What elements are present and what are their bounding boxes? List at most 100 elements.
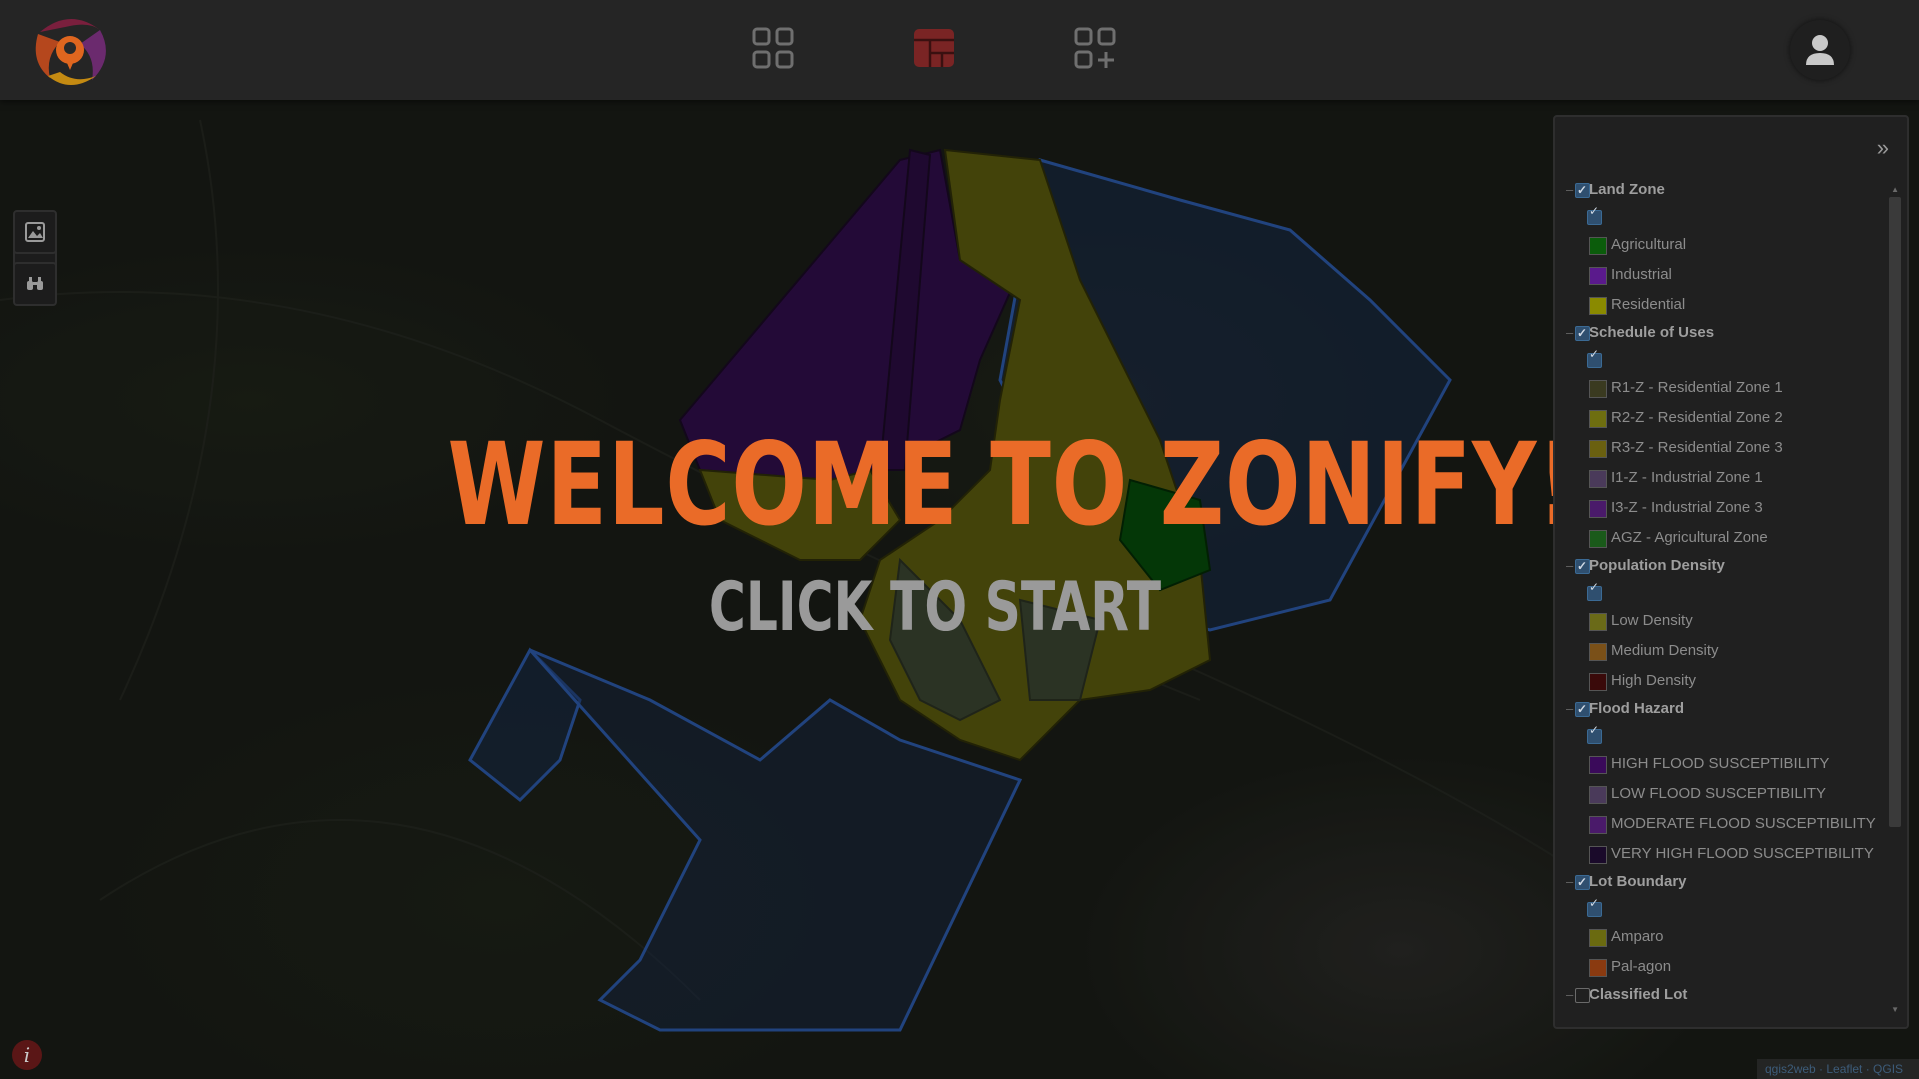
layer-sub-checkbox[interactable] [1587,723,1602,744]
legend-swatch [1589,500,1607,518]
legend-item: R1-Z - Residential Zone 1 [1563,373,1888,403]
layer-group-checkbox[interactable] [1575,869,1590,895]
legend-label: Amparo [1611,928,1664,945]
legend-swatch [1589,929,1607,947]
layer-sub-toggle [1563,203,1888,230]
legend-item: Industrial [1563,260,1888,290]
legend-item: Medium Density [1563,636,1888,666]
legend-item: I1-Z - Industrial Zone 1 [1563,463,1888,493]
legend-item: Low Density [1563,606,1888,636]
legend-label: R2-Z - Residential Zone 2 [1611,409,1783,426]
user-account-button[interactable] [1790,20,1850,80]
collapse-group-icon[interactable]: – [1566,869,1573,895]
layer-sub-toggle [1563,895,1888,922]
layer-group-checkbox[interactable] [1575,553,1590,579]
legend-swatch [1589,673,1607,691]
legend-label: R3-Z - Residential Zone 3 [1611,439,1783,456]
add-module-icon[interactable] [1073,26,1117,70]
layer-group[interactable]: –Flood Hazard [1563,696,1888,722]
legend-label: MODERATE FLOOD SUSCEPTIBILITY [1611,815,1876,832]
layer-sub-checkbox[interactable] [1587,896,1602,917]
legend-item: I3-Z - Industrial Zone 3 [1563,493,1888,523]
legend-swatch [1589,440,1607,458]
click-to-start-label[interactable]: CLICK TO START [473,568,1398,648]
scroll-up-arrow-icon[interactable]: ▲ [1891,185,1899,194]
welcome-start-overlay[interactable]: WELCOME TO ZONIFY! CLICK TO START [360,418,1579,648]
layer-group-label: Schedule of Uses [1589,324,1715,341]
layer-group[interactable]: –Land Zone [1563,177,1888,203]
legend-swatch [1589,959,1607,977]
legend-item: Amparo [1563,922,1888,952]
collapse-group-icon[interactable]: – [1566,696,1573,722]
layer-sub-toggle [1563,579,1888,606]
legend-item: AGZ - Agricultural Zone [1563,523,1888,553]
legend-label: I1-Z - Industrial Zone 1 [1611,469,1763,486]
layer-group-checkbox[interactable] [1575,177,1590,203]
info-icon[interactable]: i [12,1040,42,1070]
legend-item: LOW FLOOD SUSCEPTIBILITY [1563,779,1888,809]
legend-swatch [1589,643,1607,661]
layer-group[interactable]: –Population Density [1563,553,1888,579]
basemap-image-icon[interactable] [13,210,57,254]
layer-group-label: Land Zone [1589,181,1665,198]
collapse-group-icon[interactable]: – [1566,177,1573,203]
legend-swatch [1589,470,1607,488]
binoculars-icon[interactable] [13,262,57,306]
legend-label: Agricultural [1611,236,1687,253]
collapse-group-icon[interactable]: – [1566,320,1573,346]
layer-group-label: Classified Lot [1589,986,1688,1003]
legend-item: Residential [1563,290,1888,320]
layer-sub-checkbox[interactable] [1587,204,1602,225]
legend-label: Medium Density [1611,642,1719,659]
legend-item: R3-Z - Residential Zone 3 [1563,433,1888,463]
legend-item: Pal-agon [1563,952,1888,982]
legend-item: HIGH FLOOD SUSCEPTIBILITY [1563,749,1888,779]
layer-group-label: Flood Hazard [1589,700,1685,717]
legend-item: VERY HIGH FLOOD SUSCEPTIBILITY [1563,839,1888,869]
legend-label: High Density [1611,672,1697,689]
welcome-title: WELCOME TO ZONIFY! [447,418,1579,551]
collapse-group-icon[interactable]: – [1566,982,1573,1008]
legend-swatch [1589,613,1607,631]
layer-group-checkbox[interactable] [1575,696,1590,722]
legend-label: Residential [1611,296,1686,313]
layer-group-checkbox[interactable] [1575,320,1590,346]
dashboard-grid-icon[interactable] [751,26,795,70]
layer-group[interactable]: –Lot Boundary [1563,869,1888,895]
layer-sub-checkbox[interactable] [1587,347,1602,368]
legend-label: R1-Z - Residential Zone 1 [1611,379,1783,396]
legend-swatch [1589,267,1607,285]
legend-swatch [1589,297,1607,315]
layer-group-label: Lot Boundary [1589,873,1687,890]
legend-label: Pal-agon [1611,958,1672,975]
layer-sub-toggle [1563,346,1888,373]
layer-panel-scrollbar[interactable] [1889,197,1901,827]
layer-sub-checkbox[interactable] [1587,580,1602,601]
zonify-logo-icon[interactable] [30,12,110,88]
legend-label: LOW FLOOD SUSCEPTIBILITY [1611,785,1827,802]
layer-group-label: Population Density [1589,557,1725,574]
legend-item: Agricultural [1563,230,1888,260]
collapse-group-icon[interactable]: – [1566,553,1573,579]
top-navigation-bar [0,0,1919,100]
layer-tree: –Land ZoneAgriculturalIndustrialResident… [1563,177,1888,1017]
legend-swatch [1589,756,1607,774]
scroll-down-arrow-icon[interactable]: ▼ [1891,1005,1899,1014]
zoning-map-icon[interactable] [912,26,956,70]
legend-label: AGZ - Agricultural Zone [1611,529,1768,546]
legend-label: I3-Z - Industrial Zone 3 [1611,499,1763,516]
layer-group[interactable]: –Schedule of Uses [1563,320,1888,346]
map-attribution[interactable]: qgis2web · Leaflet · QGIS [1757,1059,1919,1079]
user-account-icon [1806,35,1834,65]
legend-swatch [1589,786,1607,804]
layer-control-panel: » –Land ZoneAgriculturalIndustrialReside… [1553,115,1909,1029]
legend-item: R2-Z - Residential Zone 2 [1563,403,1888,433]
layer-group[interactable]: – Classified Lot [1563,982,1888,1008]
legend-label: VERY HIGH FLOOD SUSCEPTIBILITY [1611,845,1874,862]
collapse-panel-button[interactable]: » [1877,135,1889,161]
layer-group-checkbox[interactable] [1575,988,1590,1003]
legend-swatch [1589,816,1607,834]
legend-swatch [1589,410,1607,428]
legend-item: MODERATE FLOOD SUSCEPTIBILITY [1563,809,1888,839]
legend-swatch [1589,846,1607,864]
